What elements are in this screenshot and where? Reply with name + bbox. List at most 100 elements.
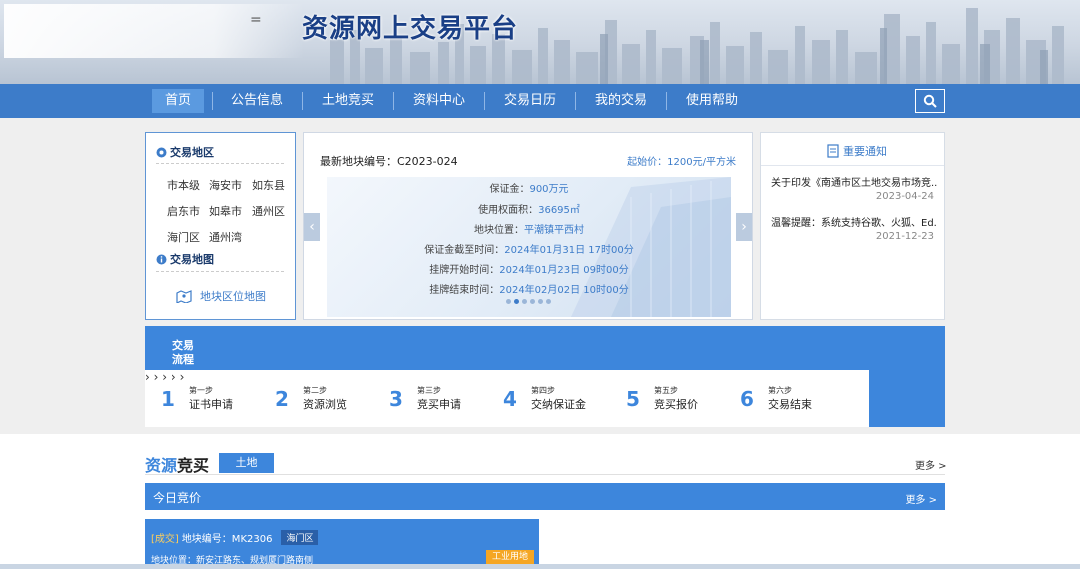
region-link[interactable]: 如皋市 [209, 203, 242, 219]
area-label: 使用权面积： [478, 205, 539, 216]
step-index: 第五步 [654, 386, 678, 395]
parcel-map-label: 地块区位地图 [200, 290, 266, 303]
deposit-value: 900万元 [529, 184, 569, 195]
carousel-dot[interactable] [522, 299, 527, 304]
step-name: 交易结束 [768, 398, 812, 411]
notices-heading[interactable]: 重要通知 [827, 143, 887, 159]
process-step[interactable]: 3 第三步竞买申请 [383, 370, 461, 427]
carousel-dot[interactable] [530, 299, 535, 304]
latest-parcel-carousel: 最新地块编号：C2023-024 起始价：1200元/平方米 保证金：900万元… [303, 132, 753, 320]
divider [145, 474, 945, 475]
step-name: 资源浏览 [303, 398, 347, 411]
step-name: 竞买申请 [417, 398, 461, 411]
step-index: 第二步 [303, 386, 327, 395]
divider [156, 271, 284, 272]
today-bidding-bar: 今日竞价 更多 > [145, 483, 945, 510]
chevron-right-icon: › [145, 370, 150, 384]
carousel-pager [506, 299, 551, 304]
carousel-dot[interactable] [546, 299, 551, 304]
parcel-details-card[interactable]: 保证金：900万元 使用权面积：36695㎡ 地块位置：平潮镇平西村 保证金截至… [327, 177, 731, 317]
nav-item-land-bidding[interactable]: 土地竞买 [313, 89, 383, 113]
process-step[interactable]: 5 第五步 竞买报价 [620, 370, 698, 427]
carousel-dot[interactable] [506, 299, 511, 304]
trade-process: 交易流程 1 第一步 证书申请 › 2 第二步 资源浏览 › 3 第三步 竞买申请 ›… [145, 326, 945, 427]
region-link[interactable]: 启东市 [167, 203, 200, 219]
listing-start-label: 挂牌开始时间： [429, 265, 500, 276]
header-banner: = 资源网上交易平台 [0, 0, 1080, 84]
nav-item-resources[interactable]: 资料中心 [404, 89, 474, 113]
region-link[interactable]: 海安市 [209, 177, 242, 193]
parcel-map-link[interactable]: 地块区位地图 [176, 288, 266, 304]
notice-title[interactable]: 关于印发《南通市区土地交易市场竞... [771, 174, 937, 189]
logo-dash: = [250, 12, 262, 28]
search-button[interactable] [915, 89, 945, 113]
trade-region-label: 交易地区 [170, 146, 214, 159]
step-number: 3 [389, 386, 403, 411]
trade-map-label: 交易地图 [170, 253, 214, 266]
location-row: 地块位置：平潮镇平西村 [327, 221, 731, 236]
nav-item-calendar[interactable]: 交易日历 [495, 89, 565, 113]
nav-divider [393, 92, 394, 110]
location-value: 平潮镇平西村 [524, 225, 584, 236]
nav-divider [484, 92, 485, 110]
listing-end-label: 挂牌结束时间： [429, 285, 500, 296]
step-number: 1 [161, 386, 175, 411]
notice-date: 2023-04-24 [875, 191, 934, 202]
nav-item-announcements[interactable]: 公告信息 [222, 89, 292, 113]
deposit-row: 保证金：900万元 [327, 180, 731, 195]
location-pin-icon [156, 147, 167, 157]
nav-item-my-trades[interactable]: 我的交易 [586, 89, 656, 113]
step-index: 第四步 [531, 386, 555, 395]
notice-date: 2021-12-23 [875, 231, 934, 242]
nav-item-home[interactable]: 首页 [152, 89, 204, 113]
step-number: 6 [740, 386, 754, 411]
section-title-part2: 竞买 [177, 456, 210, 475]
deposit-label: 保证金： [489, 184, 530, 195]
notice-title[interactable]: 温馨提醒：系统支持谷歌、火狐、Ed... [771, 214, 937, 229]
nav-item-help[interactable]: 使用帮助 [677, 89, 747, 113]
step-index: 第一步 [189, 386, 213, 395]
step-number: 4 [503, 386, 517, 411]
process-step[interactable]: 1 第一步证书申请 [155, 370, 233, 427]
process-step[interactable]: 4 第四步交纳保证金 [497, 370, 586, 427]
search-icon [923, 94, 937, 108]
deposit-deadline-row: 保证金截至时间：2024年01月31日 17时00分 [327, 241, 731, 256]
region-link[interactable]: 通州区 [252, 203, 285, 219]
deposit-deadline-value: 2024年01月31日 17时00分 [504, 245, 634, 256]
section-title: 资源竞买 [145, 452, 209, 476]
parcel-card[interactable]: [成交] 地块编号：MK2306 海门区 地块位置：新安江路东、规划厦门路南侧 [145, 519, 539, 569]
tab-land[interactable]: 土地 [219, 453, 274, 473]
section-title-part1: 资源 [145, 456, 178, 475]
today-more-link[interactable]: 更多 > [905, 491, 937, 506]
step-name: 交纳保证金 [531, 398, 586, 411]
region-link[interactable]: 通州湾 [209, 229, 242, 245]
listing-end-value: 2024年02月02日 10时00分 [499, 285, 629, 296]
info-icon [156, 254, 167, 264]
nav-divider [212, 92, 213, 110]
trade-area-panel: 交易地区 市本级 海安市 如东县 启东市 如皋市 通州区 海门区 通州湾 交易地… [145, 132, 296, 320]
step-index: 第三步 [417, 386, 441, 395]
start-price: 起始价：1200元/平方米 [627, 157, 736, 168]
step-name: 竞买报价 [654, 398, 698, 411]
region-link[interactable]: 如东县 [252, 177, 285, 193]
process-steps: 1 第一步 证书申请 › 2 第二步 资源浏览 › 3 第三步 竞买申请 › 4 第四… [145, 370, 869, 427]
parcel-code: 地块编号：MK2306 [181, 534, 273, 545]
listing-end-row: 挂牌结束时间：2024年02月02日 10时00分 [327, 281, 731, 296]
carousel-dot-active[interactable] [514, 299, 519, 304]
process-step[interactable]: 6 第六步交易结束 [734, 370, 812, 427]
divider [156, 163, 284, 164]
more-link[interactable]: 更多 > [915, 457, 947, 472]
region-link[interactable]: 海门区 [167, 229, 200, 245]
nav-divider [666, 92, 667, 110]
process-step[interactable]: 2 第二步 资源浏览 [269, 370, 347, 427]
location-label: 地块位置： [474, 225, 524, 236]
region-link[interactable]: 市本级 [167, 177, 200, 193]
carousel-prev-button[interactable]: ‹ [304, 213, 320, 241]
document-icon [827, 144, 839, 158]
carousel-next-button[interactable]: › [736, 213, 752, 241]
nav-divider [575, 92, 576, 110]
trade-process-label: 交易流程 [172, 339, 194, 366]
step-index: 第六步 [768, 386, 792, 395]
step-name: 证书申请 [189, 398, 233, 411]
carousel-dot[interactable] [538, 299, 543, 304]
